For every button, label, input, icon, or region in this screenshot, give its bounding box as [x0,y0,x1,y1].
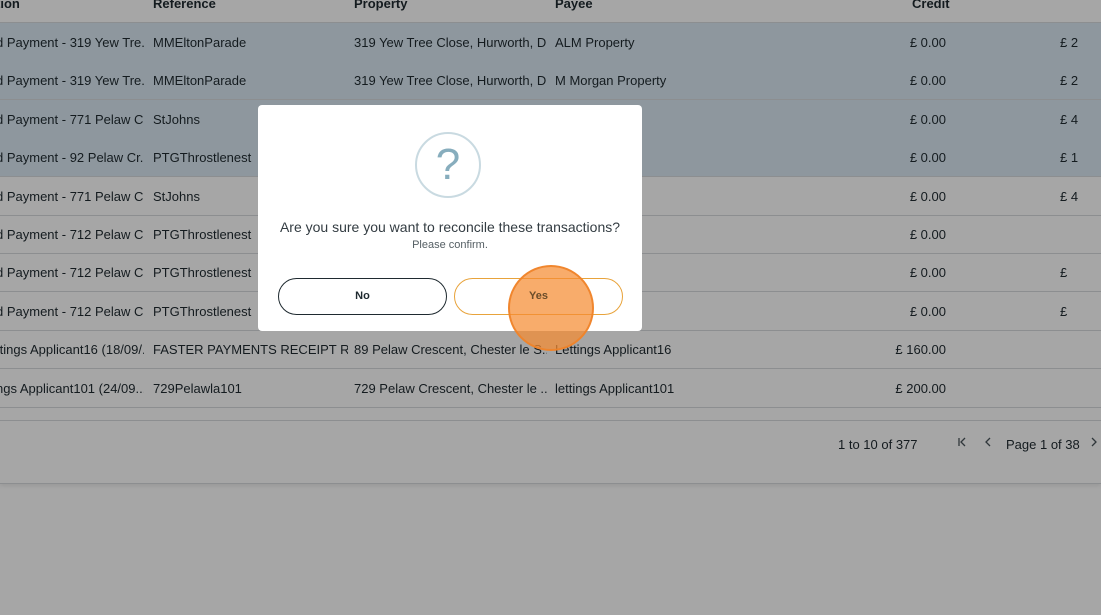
confirm-dialog: ? Are you sure you want to reconcile the… [258,105,642,331]
dialog-title: Are you sure you want to reconcile these… [279,219,621,235]
dialog-subtitle: Please confirm. [412,239,488,251]
no-button[interactable]: No [278,278,447,315]
yes-button[interactable] [454,278,623,315]
question-icon: ? [415,132,481,198]
page: tion Reference Property Payee Credit d P… [0,0,1101,615]
